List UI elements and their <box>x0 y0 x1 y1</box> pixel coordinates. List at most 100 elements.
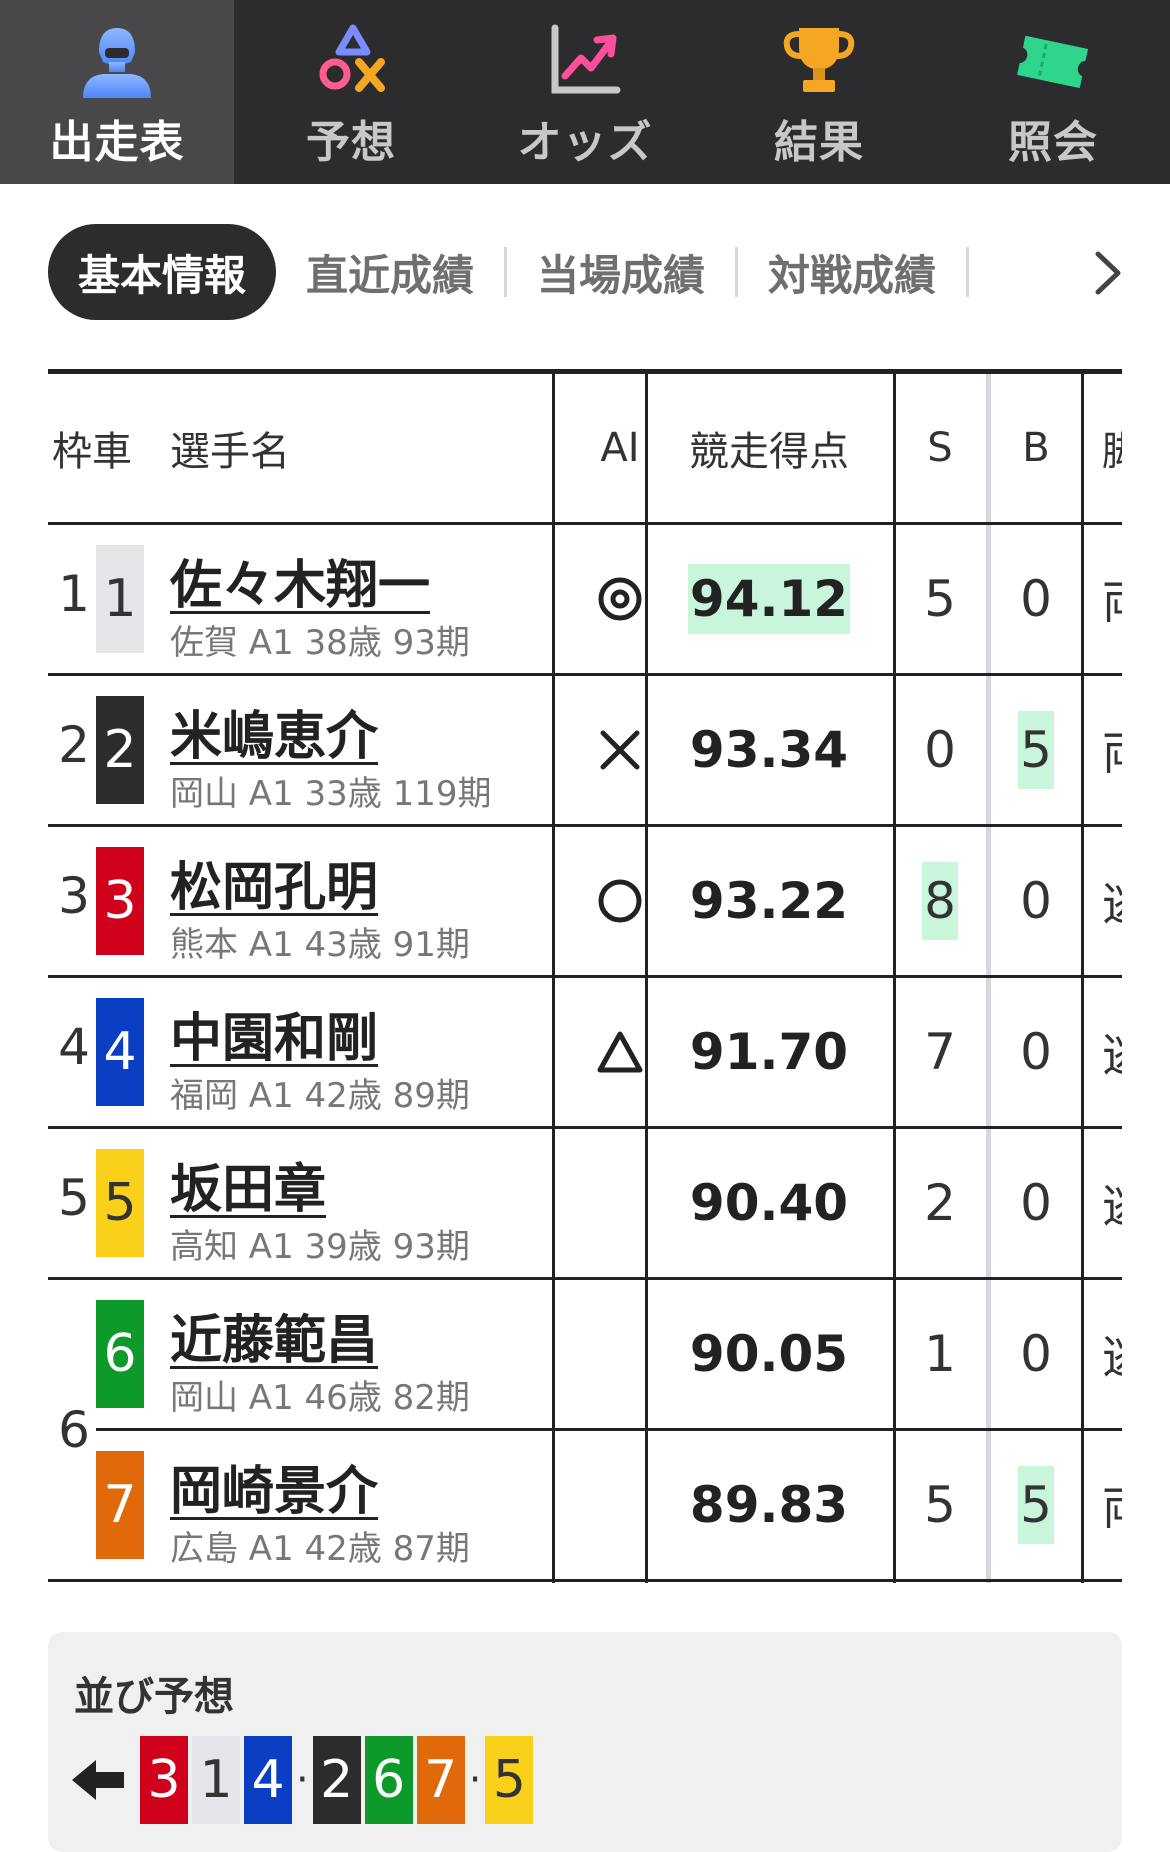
line-prediction-order: 3 1 4 · 2 6 7 · 5 <box>70 1734 537 1826</box>
table-row[interactable]: 22 米嶋恵介岡山 A1 33歳 119期 93.34 0 5両 <box>48 676 1122 824</box>
car-number-badge: 1 <box>96 545 144 653</box>
tab-basic-info[interactable]: 基本情報 <box>48 224 277 320</box>
b-count: 0 <box>990 525 1082 673</box>
leg-type: 逃 <box>1102 978 1122 1126</box>
nav-label: 照会 <box>1008 117 1098 168</box>
s-count-value: 7 <box>924 1023 956 1081</box>
odds-chart-icon <box>545 22 625 98</box>
triangle-mark-icon <box>596 1029 644 1075</box>
table-row[interactable]: 11 佐々木翔一佐賀 A1 38歳 93期 94.12 5 0両 <box>48 525 1122 673</box>
table-row[interactable]: 6 近藤範昌岡山 A1 46歳 82期 90.05 1 0逃 <box>48 1280 1122 1428</box>
line-car-badge: 7 <box>416 1736 465 1824</box>
s-count-value: 8 <box>922 862 958 940</box>
double-circle-mark-icon <box>596 575 644 623</box>
s-count: 5 <box>894 1431 986 1579</box>
b-count-value: 0 <box>1020 872 1052 930</box>
player-name-link[interactable]: 岡崎景介 <box>170 1449 378 1524</box>
header-frame-car: 枠車 <box>52 429 132 475</box>
line-prediction-title: 並び予想 <box>74 1674 234 1720</box>
leg-type: 逃 <box>1102 1280 1122 1428</box>
rider-icon <box>77 22 157 98</box>
tab-head-to-head[interactable]: 対戦成績 <box>738 247 970 300</box>
race-score-value: 89.83 <box>689 1476 849 1534</box>
player-info: 岡山 A1 46歳 82期 <box>170 1378 470 1418</box>
header-b: B <box>1022 425 1050 471</box>
line-prediction: 並び予想 3 1 4 · 2 6 7 · 5 <box>48 1632 1122 1852</box>
nav-item-entry-table[interactable]: 出走表 <box>0 0 234 184</box>
b-count: 0 <box>990 1129 1082 1277</box>
nav-item-prediction[interactable]: 予想 <box>234 0 468 184</box>
player-name-link[interactable]: 坂田章 <box>170 1147 326 1222</box>
line-car-badge: 2 <box>312 1736 361 1824</box>
prediction-icon <box>311 22 391 98</box>
frame-number: 2 <box>58 716 90 774</box>
leg-type: 逃 <box>1102 827 1122 975</box>
leg-type: 両 <box>1102 676 1122 824</box>
player-name-link[interactable]: 佐々木翔一 <box>170 543 430 618</box>
car-number-badge: 3 <box>96 847 144 955</box>
b-count: 5 <box>990 676 1082 824</box>
race-score: 89.83 <box>646 1431 892 1579</box>
frame-number-shared: 6 <box>58 1401 90 1459</box>
player-name-link[interactable]: 松岡孔明 <box>170 845 378 920</box>
player-info: 佐賀 A1 38歳 93期 <box>170 623 470 663</box>
b-count-value: 5 <box>1018 711 1054 789</box>
line-car-badge: 4 <box>244 1736 292 1824</box>
player-info: 福岡 A1 42歳 89期 <box>170 1076 470 1116</box>
player-name-link[interactable]: 米嶋恵介 <box>170 694 378 769</box>
header-leg: 脚 <box>1102 374 1122 522</box>
s-count: 5 <box>894 525 986 673</box>
chevron-right-icon[interactable] <box>1088 248 1128 298</box>
table-bottom-border <box>48 1579 1122 1582</box>
line-car-badge: 5 <box>485 1736 534 1824</box>
nav-label: 結果 <box>774 117 864 168</box>
line-separator: · <box>296 1757 309 1803</box>
race-score: 94.12 <box>646 525 892 673</box>
race-score-value: 90.40 <box>689 1174 849 1232</box>
b-count-value: 0 <box>1020 570 1052 628</box>
race-score: 91.70 <box>646 978 892 1126</box>
b-count-value: 0 <box>1020 1174 1052 1232</box>
header-score: 競走得点 <box>689 429 849 475</box>
entry-table: 枠車 選手名 AI 競走得点 S B 脚 11佐々木翔一佐賀 A1 38歳 93… <box>48 369 1122 1583</box>
sub-tabs: 基本情報 直近成績 当場成績 対戦成績 <box>48 224 970 320</box>
b-count-value: 0 <box>1020 1325 1052 1383</box>
car-number-badge: 5 <box>96 1149 144 1257</box>
header-player: 選手名 <box>170 429 290 475</box>
race-score-value: 94.12 <box>687 564 851 634</box>
race-score-value: 93.22 <box>689 872 849 930</box>
table-row[interactable]: 55 坂田章高知 A1 39歳 93期 90.40 2 0逃 <box>48 1129 1122 1277</box>
frame-number: 4 <box>58 1018 90 1076</box>
circle-mark-icon <box>596 877 644 925</box>
arrow-left-icon <box>70 1750 130 1810</box>
race-score-value: 91.70 <box>689 1023 849 1081</box>
s-count-value: 5 <box>924 1476 956 1534</box>
nav-label: オッズ <box>517 117 653 168</box>
table-row[interactable]: 7岡崎景介広島 A1 42歳 87期89.8355両 <box>48 1431 1122 1579</box>
s-count-value: 2 <box>924 1174 956 1232</box>
s-count: 2 <box>894 1129 986 1277</box>
race-score: 90.40 <box>646 1129 892 1277</box>
frame-number: 1 <box>58 565 90 623</box>
b-count-value: 0 <box>1020 1023 1052 1081</box>
frame-number: 5 <box>58 1169 90 1227</box>
nav-item-results[interactable]: 結果 <box>702 0 936 184</box>
race-score: 90.05 <box>646 1280 892 1428</box>
nav-item-inquiry[interactable]: 照会 <box>936 0 1170 184</box>
tab-venue-results[interactable]: 当場成績 <box>507 247 739 300</box>
player-name-link[interactable]: 近藤範昌 <box>170 1298 378 1373</box>
ticket-icon <box>1013 22 1093 98</box>
s-count-value: 5 <box>924 570 956 628</box>
race-score-value: 90.05 <box>689 1325 849 1383</box>
player-name-link[interactable]: 中園和剛 <box>170 996 378 1071</box>
leg-type: 両 <box>1102 525 1122 673</box>
leg-type: 両 <box>1102 1431 1122 1579</box>
table-row[interactable]: 33 松岡孔明熊本 A1 43歳 91期 93.22 8 0逃 <box>48 827 1122 975</box>
player-info: 広島 A1 42歳 87期 <box>170 1529 470 1569</box>
s-count: 8 <box>894 827 986 975</box>
table-row[interactable]: 44 中園和剛福岡 A1 42歳 89期 91.70 7 0逃 <box>48 978 1122 1126</box>
s-count-value: 0 <box>924 721 956 779</box>
s-count: 7 <box>894 978 986 1126</box>
nav-item-odds[interactable]: オッズ <box>468 0 702 184</box>
tab-recent-results[interactable]: 直近成績 <box>276 247 508 300</box>
